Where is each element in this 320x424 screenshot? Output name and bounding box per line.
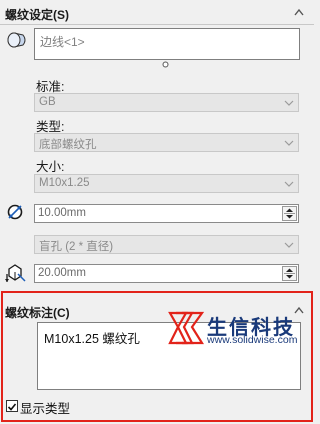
diameter-icon — [7, 204, 23, 220]
diameter-input[interactable]: 10.00mm — [34, 204, 299, 223]
end-condition-value: 盲孔 (2 * 直径) — [39, 241, 114, 253]
thread-settings-header[interactable]: 螺纹设定(S) — [0, 2, 314, 24]
type-value: 底部螺纹孔 — [39, 139, 97, 151]
checkmark-icon — [7, 403, 17, 411]
thread-settings-title: 螺纹设定(S) — [5, 8, 69, 22]
chevron-down-icon — [284, 181, 294, 187]
cylinder-face-icon — [7, 32, 26, 48]
size-select[interactable]: M10x1.25 — [34, 174, 299, 193]
show-type-checkbox[interactable] — [6, 400, 18, 412]
callout-text: M10x1.25 螺纹孔 — [44, 332, 140, 346]
chevron-up-icon[interactable] — [292, 5, 306, 19]
chevron-down-icon — [284, 242, 294, 248]
resize-handle-icon[interactable] — [162, 61, 169, 68]
type-select[interactable]: 底部螺纹孔 — [34, 133, 299, 152]
solidwise-logo-icon — [168, 311, 205, 345]
standard-select[interactable]: GB — [34, 93, 299, 112]
size-value: M10x1.25 — [39, 177, 90, 189]
chevron-down-icon — [284, 100, 294, 106]
edge-selection-box[interactable]: 边线<1> — [34, 28, 300, 60]
header-divider — [0, 24, 314, 25]
chevron-down-icon — [284, 140, 294, 146]
standard-value: GB — [39, 96, 56, 108]
depth-input[interactable]: 20.00mm — [34, 264, 299, 283]
watermark-url: www.solidwise.com — [207, 334, 298, 346]
depth-value: 20.00mm — [38, 267, 86, 279]
end-condition-select[interactable]: 盲孔 (2 * 直径) — [34, 235, 299, 254]
size-label: 大小: — [36, 160, 65, 174]
diameter-spinner[interactable] — [282, 206, 297, 221]
show-type-label[interactable]: 显示类型 — [20, 398, 70, 417]
diameter-value: 10.00mm — [38, 207, 86, 219]
edge-selection-text: 边线<1> — [40, 35, 85, 49]
depth-spinner[interactable] — [282, 266, 297, 281]
spin-arrows-icon — [284, 268, 295, 279]
thread-callout-title: 螺纹标注(C) — [5, 306, 70, 320]
spin-arrows-icon — [284, 208, 295, 219]
depth-icon — [5, 264, 26, 282]
